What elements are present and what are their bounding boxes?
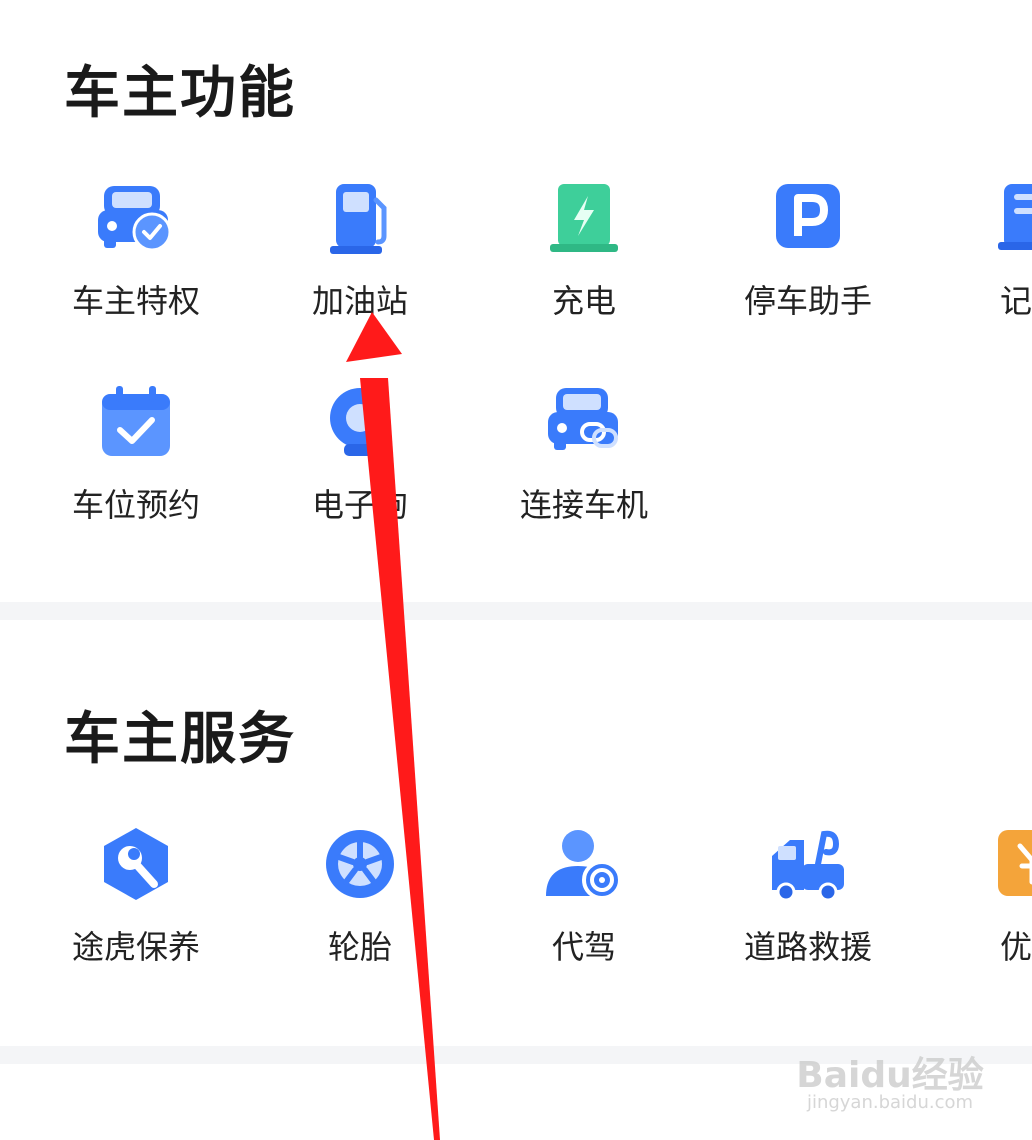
feature-parking-reservation[interactable]: 车位预约 — [24, 384, 248, 544]
service-roadside-assistance[interactable]: 道路救援 — [696, 826, 920, 986]
tire-icon — [318, 826, 402, 910]
driver-icon — [542, 826, 626, 910]
section-divider — [0, 602, 1032, 620]
watermark-url: jingyan.baidu.com — [806, 1092, 974, 1113]
service-tuhu-maintenance[interactable]: 途虎保养 — [24, 826, 248, 986]
wrench-icon — [94, 826, 178, 910]
section-title-features: 车主功能 — [64, 61, 296, 126]
service-designated-driver[interactable]: 代驾 — [472, 826, 696, 986]
feature-record[interactable]: 记录 — [920, 180, 1032, 340]
feature-parking-assistant[interactable]: 停车助手 — [696, 180, 920, 340]
coupon-icon — [990, 826, 1032, 910]
car-check-icon — [94, 180, 178, 264]
watermark-brand: Baidu经验 — [796, 1055, 984, 1096]
car-owner-page: 车主功能 车主特权 加油站 充电 停车助手 记 车位预约 电子狗 连接车机 车主… — [0, 0, 1032, 1140]
car-link-icon — [542, 384, 626, 468]
section-title-services: 车主服务 — [64, 707, 296, 772]
feature-radar-detector[interactable]: 电子狗 — [248, 384, 472, 544]
fuel-pump-icon — [318, 180, 402, 264]
tow-truck-icon — [766, 826, 850, 910]
feature-gas-station[interactable]: 加油站 — [248, 180, 472, 340]
parking-icon — [766, 180, 850, 264]
feature-connect-head-unit[interactable]: 连接车机 — [472, 384, 696, 544]
charging-icon — [542, 180, 626, 264]
service-tires[interactable]: 轮胎 — [248, 826, 472, 986]
baidu-watermark: Baidu经验 jingyan.baidu.com — [790, 1030, 990, 1120]
radar-icon — [318, 384, 402, 468]
record-icon — [990, 180, 1032, 264]
feature-car-privilege[interactable]: 车主特权 — [24, 180, 248, 340]
calendar-check-icon — [94, 384, 178, 468]
service-discounts[interactable]: 优惠 — [920, 826, 1032, 986]
feature-charging[interactable]: 充电 — [472, 180, 696, 340]
